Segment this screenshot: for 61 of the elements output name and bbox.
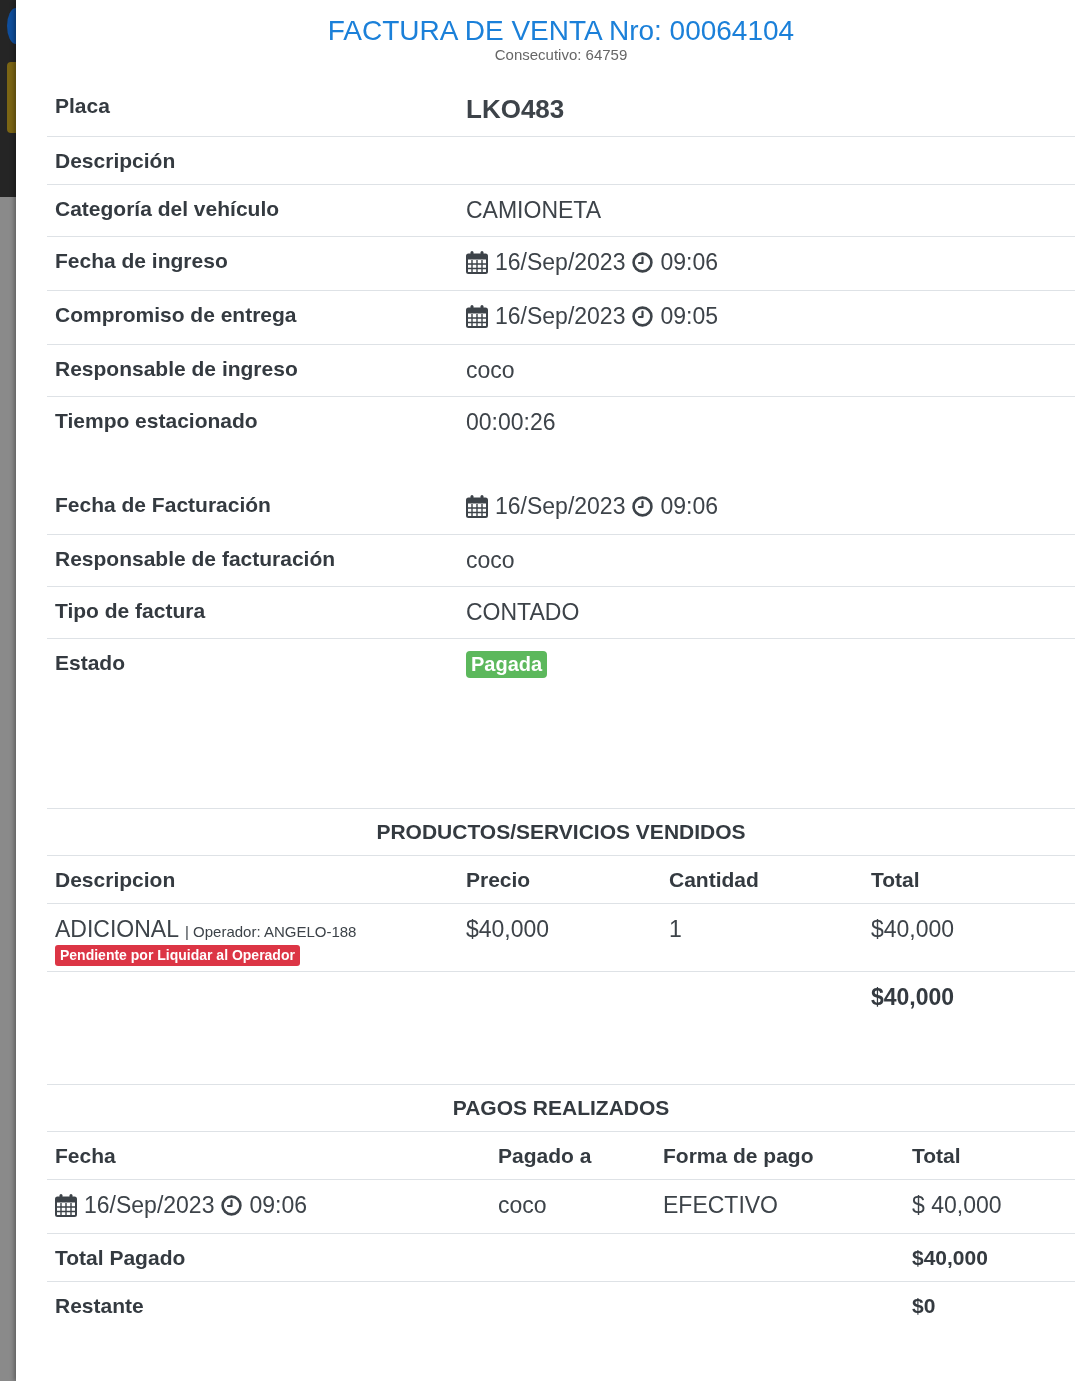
summary-value: $40,000 bbox=[912, 1246, 988, 1269]
field-value: coco bbox=[466, 357, 515, 383]
invoice-title: FACTURA DE VENTA Nro: 00064104 bbox=[327, 15, 795, 47]
time-text: 09:06 bbox=[249, 1192, 307, 1219]
field-label: Placa bbox=[55, 94, 110, 117]
column-header: Pagado a bbox=[498, 1144, 592, 1167]
field-label: Compromiso de entrega bbox=[55, 303, 297, 326]
clock-icon bbox=[632, 306, 654, 327]
column-header: Cantidad bbox=[669, 868, 759, 891]
date-text: 16/Sep/2023 bbox=[495, 493, 626, 520]
date-text: 16/Sep/2023 bbox=[495, 249, 626, 276]
calendar-icon bbox=[55, 1194, 77, 1217]
column-header: Total bbox=[871, 868, 920, 891]
date-text: 16/Sep/2023 bbox=[495, 303, 626, 330]
summary-label: Total Pagado bbox=[55, 1246, 186, 1269]
calendar-icon bbox=[466, 251, 488, 274]
field-value: CAMIONETA bbox=[466, 197, 602, 223]
time-text: 09:06 bbox=[660, 249, 718, 276]
column-header: Forma de pago bbox=[663, 1144, 814, 1167]
field-label: Fecha de Facturación bbox=[55, 493, 271, 516]
section-title: PRODUCTOS/SERVICIOS VENDIDOS bbox=[376, 820, 746, 843]
grand-total: $40,000 bbox=[871, 984, 955, 1010]
summary-label: Restante bbox=[55, 1294, 144, 1317]
calendar-icon bbox=[466, 495, 488, 518]
field-value: CONTADO bbox=[466, 599, 580, 625]
time-text: 09:05 bbox=[660, 303, 718, 330]
clock-icon bbox=[221, 1195, 243, 1216]
column-header: Descripcion bbox=[55, 868, 176, 891]
total-cell: $40,000 bbox=[871, 916, 955, 942]
field-label: Tipo de factura bbox=[55, 599, 206, 622]
column-header: Precio bbox=[466, 868, 531, 891]
quantity-cell: 1 bbox=[669, 916, 682, 942]
column-header: Total bbox=[912, 1144, 961, 1167]
summary-value: $0 bbox=[912, 1294, 936, 1317]
column-header: Fecha bbox=[55, 1144, 116, 1167]
section-title: PAGOS REALIZADOS bbox=[452, 1096, 670, 1119]
date-text: 16/Sep/2023 bbox=[84, 1192, 215, 1219]
field-label: Tiempo estacionado bbox=[55, 409, 258, 432]
time-text: 09:06 bbox=[660, 493, 718, 520]
payment-method-cell: EFECTIVO bbox=[663, 1192, 778, 1218]
field-label: Responsable de facturación bbox=[55, 547, 336, 570]
clock-icon bbox=[632, 496, 654, 517]
total-cell: $ 40,000 bbox=[912, 1192, 1002, 1218]
field-value: coco bbox=[466, 547, 515, 573]
calendar-icon bbox=[466, 305, 488, 328]
button-edge bbox=[7, 62, 16, 133]
field-label: Responsable de ingreso bbox=[55, 357, 298, 380]
pending-badge: Pendiente por Liquidar al Operador bbox=[55, 945, 300, 966]
product-name: ADICIONAL bbox=[55, 916, 179, 942]
paid-to-cell: coco bbox=[498, 1192, 547, 1218]
operator-text: | Operador: ANGELO-188 bbox=[185, 923, 357, 940]
consecutive-number: Consecutivo: 64759 bbox=[494, 47, 628, 63]
field-label: Estado bbox=[55, 651, 125, 674]
field-label: Categoría del vehículo bbox=[55, 197, 280, 220]
plate-number: LKO483 bbox=[466, 94, 565, 124]
status-badge: Pagada bbox=[466, 651, 548, 678]
field-label: Descripción bbox=[55, 149, 176, 172]
clock-icon bbox=[632, 252, 654, 273]
field-value: 00:00:26 bbox=[466, 409, 556, 435]
price-cell: $40,000 bbox=[466, 916, 550, 942]
field-label: Fecha de ingreso bbox=[55, 249, 228, 272]
